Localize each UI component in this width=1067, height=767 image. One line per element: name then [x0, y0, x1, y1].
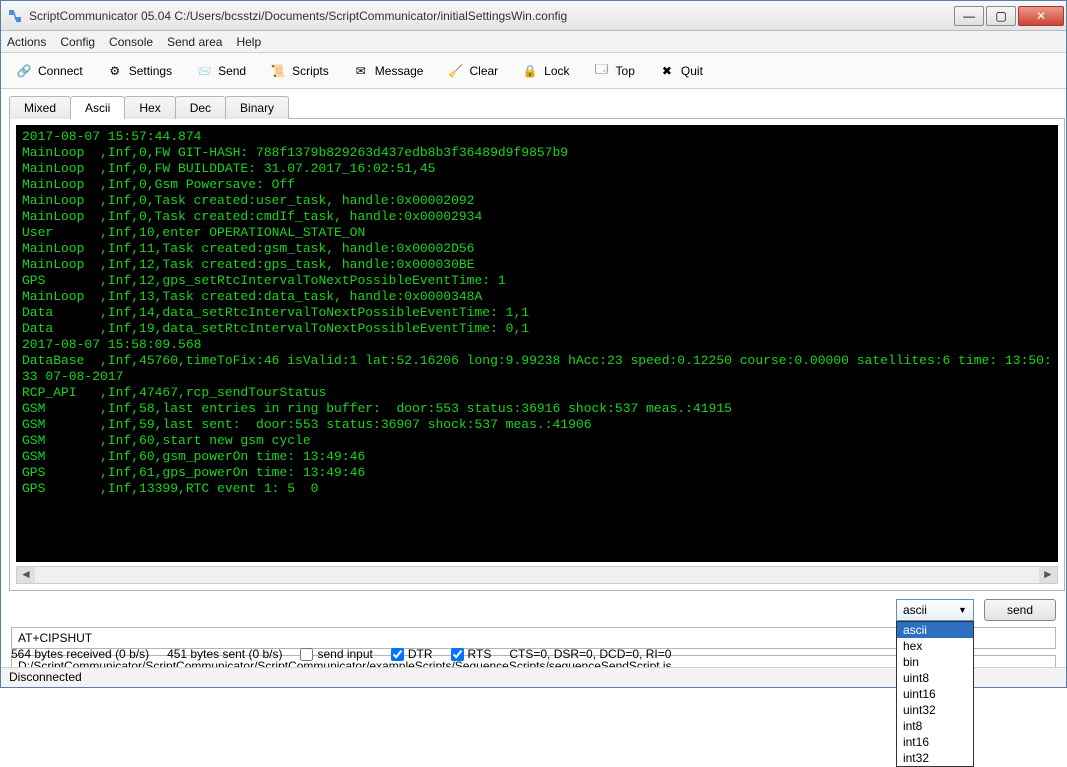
- rts-checkbox[interactable]: [451, 648, 464, 661]
- dtr-label: DTR: [408, 647, 433, 661]
- rts-label: RTS: [468, 647, 492, 661]
- encoding-option-uint32[interactable]: uint32: [897, 702, 973, 718]
- menu-help[interactable]: Help: [236, 35, 261, 49]
- clear-button[interactable]: 🧹Clear: [438, 57, 505, 85]
- scripts-button[interactable]: 📜Scripts: [261, 57, 336, 85]
- minimize-button[interactable]: —: [954, 6, 984, 26]
- encoding-option-int8[interactable]: int8: [897, 718, 973, 734]
- send-input-checkbox[interactable]: [300, 648, 313, 661]
- tab-ascii[interactable]: Ascii: [70, 96, 125, 119]
- encoding-option-ascii[interactable]: ascii: [897, 622, 973, 638]
- clear-icon: 🧹: [445, 61, 465, 81]
- encoding-option-int32[interactable]: int32: [897, 750, 973, 766]
- maximize-button[interactable]: ▢: [986, 6, 1016, 26]
- encoding-option-uint16[interactable]: uint16: [897, 686, 973, 702]
- connect-icon: 🔗: [14, 61, 34, 81]
- tab-hex[interactable]: Hex: [124, 96, 175, 119]
- quit-button[interactable]: ✖Quit: [650, 57, 710, 85]
- tab-binary[interactable]: Binary: [225, 96, 289, 119]
- quit-icon: ✖: [657, 61, 677, 81]
- dtr-checkbox[interactable]: [391, 648, 404, 661]
- encoding-option-uint8[interactable]: uint8: [897, 670, 973, 686]
- window-title: ScriptCommunicator 05.04 C:/Users/bcsstz…: [29, 9, 952, 23]
- horizontal-scrollbar[interactable]: ◄►: [16, 566, 1058, 584]
- top-icon: 🗔: [592, 61, 612, 81]
- menubar: Actions Config Console Send area Help: [1, 31, 1066, 53]
- console-output: 2017-08-07 15:57:44.874 MainLoop ,Inf,0,…: [16, 125, 1058, 562]
- send-icon: 📨: [194, 61, 214, 81]
- connect-button[interactable]: 🔗Connect: [7, 57, 90, 85]
- bytes-received: 564 bytes received (0 b/s): [11, 647, 149, 661]
- menu-actions[interactable]: Actions: [7, 35, 46, 49]
- lock-icon: 🔒: [520, 61, 540, 81]
- bytes-sent: 451 bytes sent (0 b/s): [167, 647, 282, 661]
- close-button[interactable]: ✕: [1018, 6, 1064, 26]
- toolbar: 🔗Connect ⚙Settings 📨Send 📜Scripts ✉Message🧹C…: [1, 53, 1066, 89]
- scripts-icon: 📜: [268, 61, 288, 81]
- lock-button[interactable]: 🔒Lock: [513, 57, 576, 85]
- menu-config[interactable]: Config: [60, 35, 95, 49]
- menu-send-area[interactable]: Send area: [167, 35, 222, 49]
- send-button[interactable]: 📨Send: [187, 57, 253, 85]
- send-input-label: send input: [317, 647, 372, 661]
- message-icon: ✉: [351, 61, 371, 81]
- encoding-options-list[interactable]: asciihexbinuint8uint16uint32int8int16int…: [896, 621, 974, 767]
- encoding-selected: ascii: [903, 603, 927, 617]
- settings-icon: ⚙: [105, 61, 125, 81]
- encoding-option-int16[interactable]: int16: [897, 734, 973, 750]
- tab-mixed[interactable]: Mixed: [9, 96, 71, 119]
- message-button[interactable]: ✉Message: [344, 57, 431, 85]
- encoding-option-bin[interactable]: bin: [897, 654, 973, 670]
- settings-button[interactable]: ⚙Settings: [98, 57, 179, 85]
- tab-dec[interactable]: Dec: [175, 96, 226, 119]
- app-icon: [7, 8, 23, 24]
- chevron-down-icon: ▼: [958, 605, 967, 615]
- top-button[interactable]: 🗔Top: [585, 57, 642, 85]
- encoding-option-hex[interactable]: hex: [897, 638, 973, 654]
- cts-line: CTS=0, DSR=0, DCD=0, RI=0: [509, 647, 671, 661]
- encoding-select[interactable]: ascii ▼: [896, 599, 974, 621]
- menu-console[interactable]: Console: [109, 35, 153, 49]
- send-button[interactable]: send: [984, 599, 1056, 621]
